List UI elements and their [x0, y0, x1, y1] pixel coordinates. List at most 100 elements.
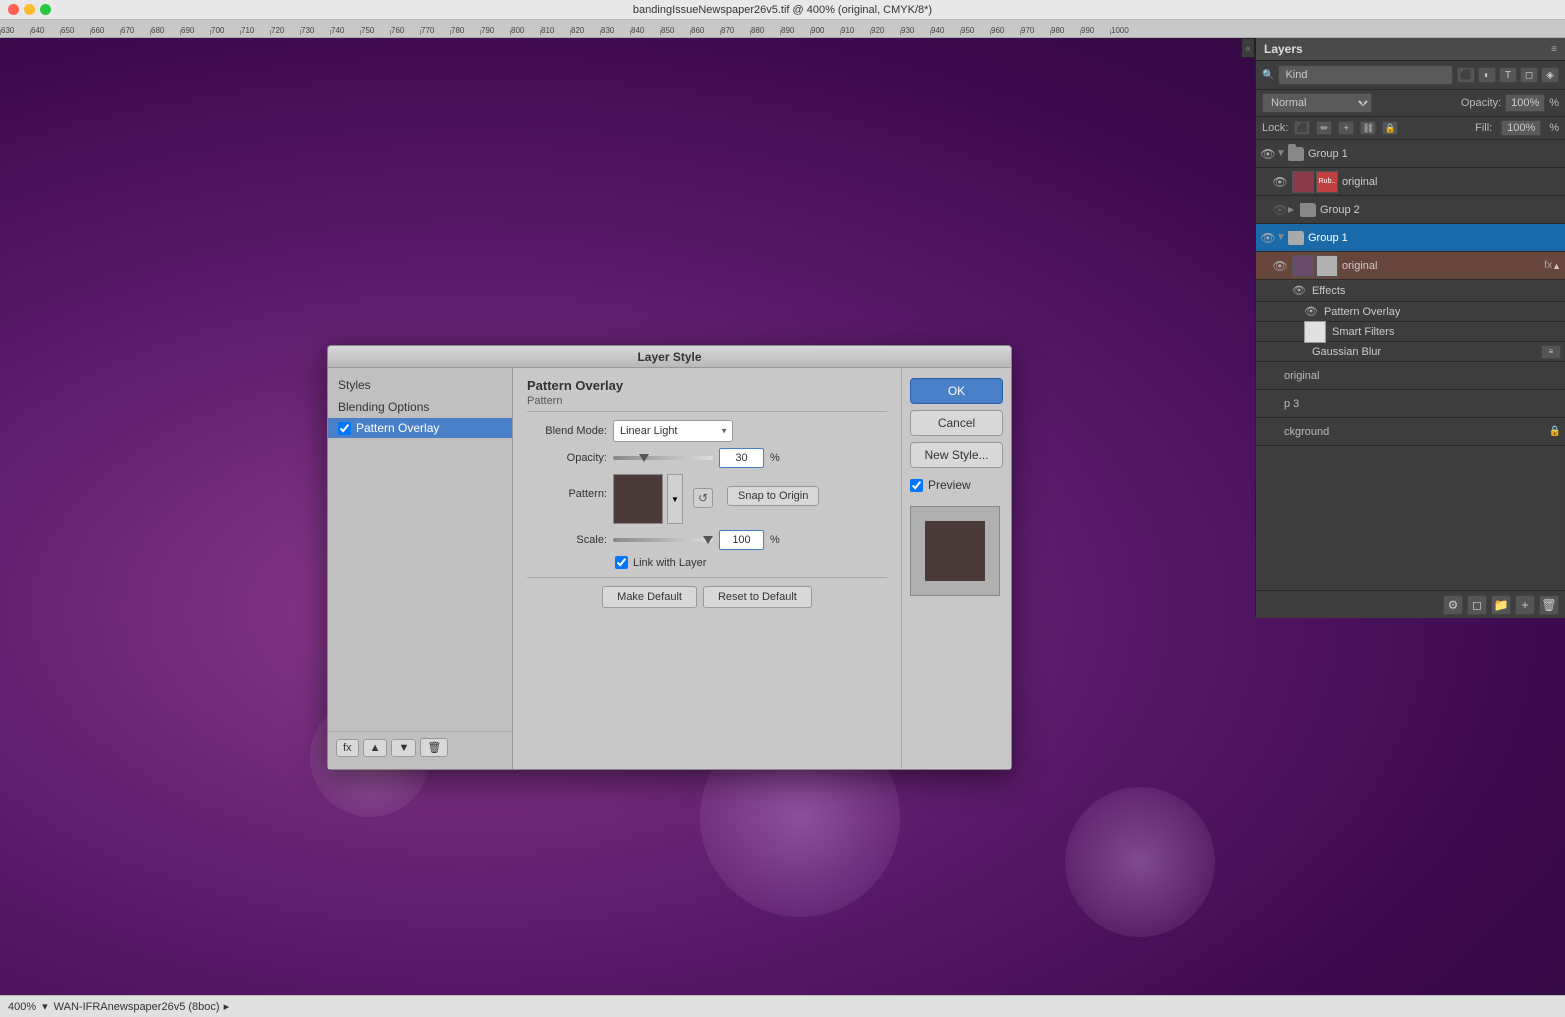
- layer-row-original-top[interactable]: 👁 Rub.. original: [1256, 168, 1565, 196]
- minimize-button[interactable]: [24, 4, 35, 15]
- opacity-number-input[interactable]: [719, 448, 764, 468]
- ruler-tick: 860: [690, 26, 720, 35]
- expand-icon[interactable]: ▶: [1288, 205, 1300, 214]
- layer-row-group2[interactable]: 👁 ▶ Group 2: [1256, 196, 1565, 224]
- scale-slider[interactable]: [613, 534, 713, 546]
- cancel-btn[interactable]: Cancel: [910, 410, 1003, 436]
- lock-label: Lock:: [1262, 122, 1288, 134]
- lock-all-btn[interactable]: ⛓: [1360, 121, 1376, 135]
- sidebar-item-styles[interactable]: Styles: [328, 374, 512, 396]
- layer-group-btn[interactable]: 📁: [1491, 595, 1511, 615]
- layer-row-group1-mid[interactable]: 👁 ▼ Group 1: [1256, 224, 1565, 252]
- gaussian-blur-row[interactable]: Gaussian Blur ≡: [1256, 342, 1565, 362]
- effects-label: Effects: [1312, 285, 1345, 297]
- eye-icon[interactable]: 👁: [1272, 203, 1288, 217]
- ruler-tick: 970: [1020, 26, 1050, 35]
- layer-row-background[interactable]: ckground 🔒: [1256, 418, 1565, 446]
- layer-row-original-extra[interactable]: original: [1256, 362, 1565, 390]
- delete-layer-btn[interactable]: 🗑: [1539, 595, 1559, 615]
- lock-lock-btn[interactable]: 🔒: [1382, 121, 1398, 135]
- expand-arrow[interactable]: ▲: [1552, 261, 1561, 271]
- opacity-slider-thumb: [639, 454, 649, 462]
- link-with-layer-checkbox[interactable]: [615, 556, 628, 569]
- move-up-button[interactable]: ▲: [363, 739, 388, 757]
- filter-pixel-icon[interactable]: ⬛: [1457, 67, 1475, 83]
- dialog-right-buttons: OK Cancel New Style... Preview: [901, 368, 1011, 769]
- ok-btn[interactable]: OK: [910, 378, 1003, 404]
- new-style-btn[interactable]: New Style...: [910, 442, 1003, 468]
- filter-smart-icon[interactable]: ◈: [1541, 67, 1559, 83]
- opacity-input[interactable]: [1505, 94, 1545, 112]
- ruler-tick: 760: [390, 26, 420, 35]
- opacity-field-row: Opacity: %: [527, 448, 887, 468]
- eye-icon[interactable]: 👁: [1260, 231, 1276, 245]
- layer-mask-btn[interactable]: ◻: [1467, 595, 1487, 615]
- ruler-tick: 670: [120, 26, 150, 35]
- expand-icon[interactable]: ▼: [1276, 232, 1288, 243]
- scale-field-label: Scale:: [527, 534, 607, 546]
- preview-checkbox[interactable]: [910, 479, 923, 492]
- layer-style-dialog: Layer Style Styles Blending Options Patt…: [327, 345, 1012, 770]
- layers-kind-dropdown[interactable]: [1278, 65, 1453, 85]
- lock-artboard-btn[interactable]: +: [1338, 121, 1354, 135]
- layer-row-p3[interactable]: p 3: [1256, 390, 1565, 418]
- dialog-sidebar: Styles Blending Options Pattern Overlay …: [328, 368, 513, 769]
- pattern-overlay-fx-row[interactable]: 👁 Pattern Overlay: [1256, 302, 1565, 322]
- ruler-tick: 730: [300, 26, 330, 35]
- ruler-tick: 710: [240, 26, 270, 35]
- lock-position-btn[interactable]: ✏: [1316, 121, 1332, 135]
- snap-to-origin-btn[interactable]: Snap to Origin: [727, 486, 819, 506]
- pattern-dropdown-btn[interactable]: ▼: [667, 474, 683, 524]
- sidebar-item-blending[interactable]: Blending Options: [328, 396, 512, 418]
- pattern-overlay-checkbox[interactable]: [338, 422, 351, 435]
- preview-box: [910, 506, 1000, 596]
- layer-row-original-mid[interactable]: 👁 original fx ▲: [1256, 252, 1565, 280]
- pattern-swatch[interactable]: [613, 474, 663, 524]
- filter-shape-icon[interactable]: ◻: [1520, 67, 1538, 83]
- ruler-tick: 640: [30, 26, 60, 35]
- adjust-layer-btn[interactable]: ⚙: [1443, 595, 1463, 615]
- effects-eye[interactable]: 👁: [1292, 284, 1306, 297]
- opacity-label: Opacity:: [1461, 97, 1501, 109]
- layer-thumb-1: [1292, 171, 1314, 193]
- scale-field-row: Scale: %: [527, 530, 887, 550]
- eye-icon[interactable]: 👁: [1260, 147, 1276, 161]
- blend-mode-select[interactable]: Normal: [1262, 93, 1372, 113]
- pattern-reset-btn[interactable]: ↺: [693, 488, 713, 508]
- fx-button[interactable]: fx: [336, 739, 359, 757]
- reset-to-default-btn[interactable]: Reset to Default: [703, 586, 812, 608]
- blend-mode-wrapper: Normal: [1262, 93, 1372, 113]
- opacity-slider[interactable]: [613, 452, 713, 464]
- sidebar-item-pattern-overlay[interactable]: Pattern Overlay: [328, 418, 512, 438]
- layers-panel-collapse-button[interactable]: «: [1241, 38, 1255, 58]
- blend-mode-field-select[interactable]: Linear Light: [613, 420, 733, 442]
- folder-icon: [1288, 147, 1304, 161]
- delete-style-button[interactable]: 🗑: [420, 738, 448, 757]
- new-layer-btn[interactable]: +: [1515, 595, 1535, 615]
- ruler-tick: 1000: [1110, 26, 1140, 35]
- make-default-btn[interactable]: Make Default: [602, 586, 697, 608]
- eye-icon[interactable]: 👁: [1272, 175, 1288, 189]
- expand-icon[interactable]: ▼: [1276, 148, 1288, 159]
- close-button[interactable]: [8, 4, 19, 15]
- layers-filter-icons: ⬛ ◐ T ◻ ◈: [1457, 67, 1559, 83]
- layer-name: original: [1342, 176, 1561, 188]
- gaussian-blur-label: Gaussian Blur: [1312, 346, 1381, 358]
- fill-input[interactable]: [1501, 120, 1541, 136]
- scale-number-input[interactable]: [719, 530, 764, 550]
- layer-row-group1-top[interactable]: 👁 ▼ Group 1: [1256, 140, 1565, 168]
- ruler-tick: 940: [930, 26, 960, 35]
- maximize-button[interactable]: [40, 4, 51, 15]
- layer-name: p 3: [1276, 398, 1561, 410]
- move-down-button[interactable]: ▼: [391, 739, 416, 757]
- pattern-overlay-eye[interactable]: 👁: [1304, 305, 1318, 318]
- filter-type-icon[interactable]: T: [1499, 67, 1517, 83]
- filter-adjust-icon[interactable]: ◐: [1478, 67, 1496, 83]
- lock-pixels-btn[interactable]: ⬛: [1294, 121, 1310, 135]
- eye-icon[interactable]: 👁: [1272, 259, 1288, 273]
- effects-row: 👁 Effects: [1256, 280, 1565, 302]
- layers-panel-options-icon[interactable]: ≡: [1551, 44, 1557, 55]
- ruler-tick: 920: [870, 26, 900, 35]
- filter-options-icon[interactable]: ≡: [1541, 345, 1561, 359]
- opacity-slider-bg: [613, 456, 713, 460]
